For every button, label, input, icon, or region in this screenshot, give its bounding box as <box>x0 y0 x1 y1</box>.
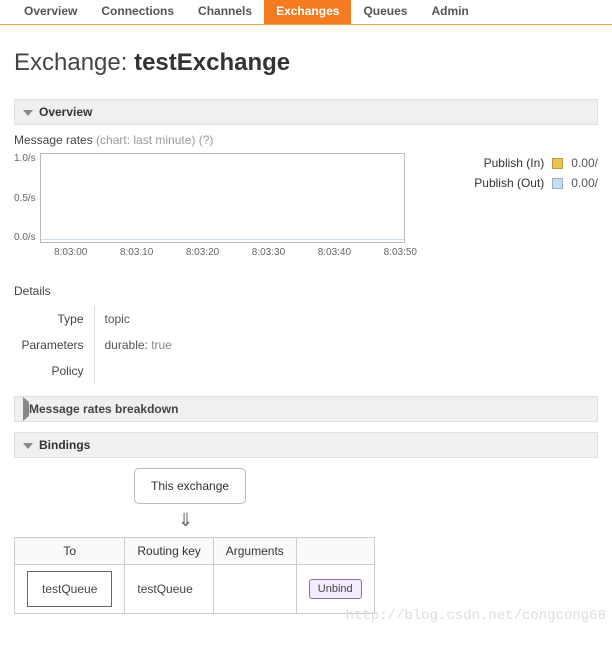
legend-publish-out: Publish (Out) 0.00/ <box>462 173 598 193</box>
bindings-col-actions <box>296 538 374 565</box>
page-title-name: testExchange <box>134 49 290 76</box>
section-bindings-header[interactable]: Bindings <box>14 432 598 458</box>
details-row-policy: Policy <box>14 358 182 384</box>
tab-channels[interactable]: Channels <box>186 0 264 24</box>
chart-plot-area <box>40 153 405 243</box>
chevron-down-icon <box>23 110 33 116</box>
section-overview-header[interactable]: Overview <box>14 99 598 125</box>
legend-publish-in: Publish (In) 0.00/ <box>462 153 598 173</box>
queue-link[interactable]: testQueue <box>27 571 112 607</box>
section-overview-label: Overview <box>39 105 92 119</box>
bindings-col-arguments: Arguments <box>213 538 296 565</box>
chart-baseline <box>41 239 404 240</box>
details-row-type: Type topic <box>14 306 182 332</box>
swatch-publish-out <box>552 178 563 189</box>
tab-admin[interactable]: Admin <box>419 0 480 24</box>
section-message-rates-breakdown[interactable]: Message rates breakdown <box>14 396 598 422</box>
message-rates-chart: 1.0/s 0.5/s 0.0/s 8:03:00 8:03:10 8:03:2… <box>14 153 417 258</box>
bindings-row: testQueue testQueue Unbind <box>15 565 375 614</box>
chart-y-axis: 1.0/s 0.5/s 0.0/s <box>14 153 40 243</box>
bindings-col-to: To <box>15 538 125 565</box>
bindings-arguments <box>213 565 296 614</box>
details-table: Type topic Parameters durable: true Poli… <box>14 306 182 384</box>
chart-x-axis: 8:03:00 8:03:10 8:03:20 8:03:30 8:03:40 … <box>52 247 417 258</box>
this-exchange-box: This exchange <box>134 468 246 504</box>
arrow-down-icon: ⇓ <box>134 510 598 531</box>
bindings-table: To Routing key Arguments testQueue testQ… <box>14 537 375 614</box>
chart-legend: Publish (In) 0.00/ Publish (Out) 0.00/ <box>462 153 598 193</box>
tab-connections[interactable]: Connections <box>89 0 186 24</box>
details-row-parameters: Parameters durable: true <box>14 332 182 358</box>
unbind-button[interactable]: Unbind <box>309 579 362 599</box>
message-rates-label: Message rates (chart: last minute) (?) <box>14 133 598 147</box>
details-heading: Details <box>14 284 598 298</box>
page-title-prefix: Exchange: <box>14 49 134 76</box>
tab-overview[interactable]: Overview <box>12 0 89 24</box>
bindings-routing-key: testQueue <box>125 565 213 614</box>
tab-queues[interactable]: Queues <box>351 0 419 24</box>
tab-exchanges[interactable]: Exchanges <box>264 0 351 24</box>
swatch-publish-in <box>552 158 563 169</box>
main-tabs: Overview Connections Channels Exchanges … <box>0 0 612 25</box>
bindings-col-routing-key: Routing key <box>125 538 213 565</box>
page-title: Exchange: testExchange <box>14 49 598 77</box>
chevron-down-icon <box>23 443 33 449</box>
message-rates-sub[interactable]: (chart: last minute) (?) <box>96 133 213 147</box>
